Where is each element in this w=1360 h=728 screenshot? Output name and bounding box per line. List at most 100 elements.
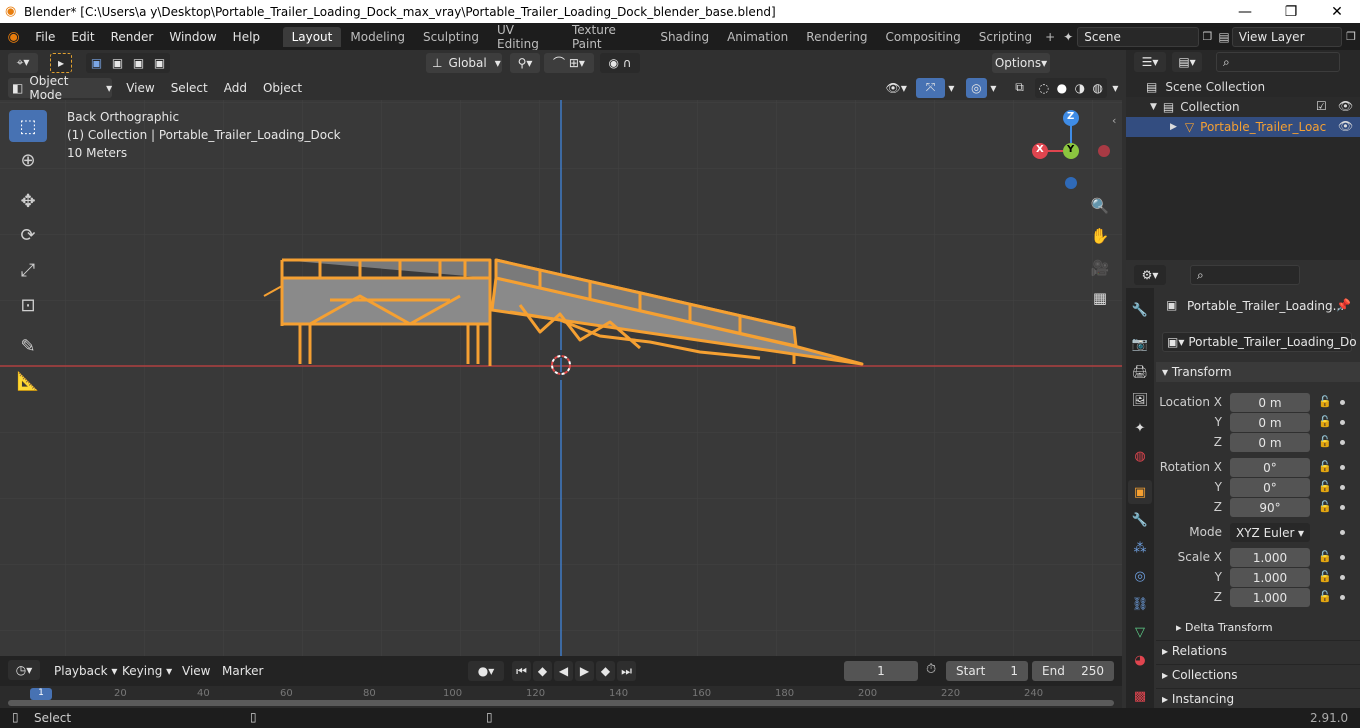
select-mode-icon[interactable]: ▸ [50, 52, 72, 73]
timeline-keying[interactable]: Keying ▾ [114, 664, 180, 678]
keyframe-dot[interactable] [1340, 595, 1345, 600]
tab-texture-paint[interactable]: Texture Paint [563, 20, 651, 54]
collections-panel-header[interactable]: ▸ Collections [1162, 668, 1237, 682]
play-reverse-icon[interactable]: ◀ [554, 661, 573, 681]
orientation-dropdown[interactable]: ⊥ Global ▾ [426, 52, 502, 73]
expand-icon[interactable]: ▼ [1150, 102, 1157, 112]
lock-icon[interactable]: 🔓 [1318, 395, 1332, 408]
solid-shading-icon[interactable]: ● [1057, 81, 1067, 95]
timeline-marker[interactable]: Marker [214, 664, 271, 678]
lock-icon[interactable]: 🔓 [1318, 480, 1332, 493]
lock-icon[interactable]: 🔓 [1318, 460, 1332, 473]
rotation-y-field[interactable]: 0° [1230, 478, 1310, 497]
eye-icon[interactable]: 👁 [1338, 99, 1353, 113]
add-workspace-icon[interactable]: + [1041, 30, 1059, 44]
stopwatch-icon[interactable]: ⏱ [926, 662, 936, 677]
zoom-icon[interactable]: 🔍 [1086, 192, 1114, 220]
camera-icon[interactable]: 🎥 [1086, 254, 1114, 282]
jump-start-icon[interactable]: ⏮ [512, 661, 531, 681]
timeline-editor-icon[interactable]: ◷▾ [8, 660, 40, 680]
location-z-field[interactable]: 0 m [1230, 433, 1310, 452]
close-button[interactable]: ✕ [1314, 0, 1360, 23]
timeline-scrollbar[interactable] [8, 700, 1114, 706]
proportional-edit[interactable]: ◉ ∩ [600, 52, 640, 73]
lock-icon[interactable]: 🔓 [1318, 415, 1332, 428]
output-tab-icon[interactable]: 🖨 [1128, 360, 1152, 384]
keyframe-dot[interactable] [1340, 465, 1345, 470]
measure-tool[interactable]: 📐 [9, 365, 47, 397]
timeline-view[interactable]: View [174, 664, 218, 678]
location-x-field[interactable]: 0 m [1230, 393, 1310, 412]
scale-z-field[interactable]: 1.000 [1230, 588, 1310, 607]
object-name[interactable]: Portable_Trailer_Loading... [1187, 299, 1344, 313]
shading-dropdown-icon[interactable]: ▾ [1109, 78, 1122, 98]
start-frame-field[interactable]: Start 1 [946, 661, 1028, 681]
copy-scene-icon[interactable]: ❐ [1199, 30, 1217, 43]
lock-icon[interactable]: 🔓 [1318, 570, 1332, 583]
annotate-tool[interactable]: ✎ [9, 330, 47, 362]
copy-view-layer-icon[interactable]: ❐ [1342, 30, 1360, 43]
menu-edit[interactable]: Edit [63, 30, 102, 44]
gizmo-y-label[interactable]: Y [1067, 144, 1074, 155]
data-tab-icon[interactable]: ▽ [1128, 620, 1152, 644]
lock-icon[interactable]: 🔓 [1318, 550, 1332, 563]
gizmo-dropdown-icon[interactable]: ▾ [945, 78, 958, 98]
next-keyframe-icon[interactable]: ◆ [596, 661, 615, 681]
current-frame-field[interactable]: 1 [844, 661, 918, 681]
rotation-z-field[interactable]: 90° [1230, 498, 1310, 517]
instancing-panel-header[interactable]: ▸ Instancing [1162, 692, 1234, 706]
view-layer-selector[interactable]: View Layer [1231, 26, 1343, 47]
record-button[interactable]: ●▾ [468, 661, 504, 681]
play-icon[interactable]: ▶ [575, 661, 594, 681]
tab-layout[interactable]: Layout [282, 26, 342, 47]
texture-tab-icon[interactable]: ▩ [1128, 684, 1152, 708]
location-y-field[interactable]: 0 m [1230, 413, 1310, 432]
outliner-search[interactable]: ⌕ [1216, 52, 1340, 72]
keyframe-dot[interactable] [1340, 575, 1345, 580]
menu-file[interactable]: File [27, 30, 63, 44]
tab-animation[interactable]: Animation [718, 27, 797, 47]
overlay-dropdown-icon[interactable]: ▾ [987, 78, 1000, 98]
lock-icon[interactable]: 🔓 [1318, 500, 1332, 513]
shading-modes[interactable]: ◌ ● ◑ ◍ [1034, 77, 1107, 98]
blender-menu-icon[interactable]: ◉ [0, 29, 27, 45]
keyframe-dot[interactable] [1340, 440, 1345, 445]
tool-tab-icon[interactable]: 🔧 [1128, 298, 1152, 322]
properties-editor-icon[interactable]: ⚙▾ [1134, 265, 1166, 285]
menu-object[interactable]: Object [255, 81, 310, 95]
move-tool[interactable]: ✥ [9, 185, 47, 217]
options-dropdown[interactable]: Options ▾ [992, 52, 1050, 73]
xray-toggle-icon[interactable]: ⧉ [1010, 78, 1029, 98]
wireframe-shading-icon[interactable]: ◌ [1039, 81, 1049, 95]
sidebar-toggle-icon[interactable]: ‹ [1112, 114, 1116, 127]
tab-rendering[interactable]: Rendering [797, 27, 876, 47]
cursor-tool[interactable]: ⊕ [9, 144, 47, 176]
scale-y-field[interactable]: 1.000 [1230, 568, 1310, 587]
menu-select[interactable]: Select [163, 81, 216, 95]
prev-keyframe-icon[interactable]: ◆ [533, 661, 552, 681]
editor-type-icon[interactable]: ⌖▾ [8, 52, 38, 73]
tab-modeling[interactable]: Modeling [341, 27, 414, 47]
select-box-modes[interactable]: ▣ ▣ ▣ ▣ [86, 52, 170, 73]
material-tab-icon[interactable]: ◕ [1128, 648, 1152, 672]
rendered-shading-icon[interactable]: ◍ [1093, 81, 1103, 95]
gizmo-toggle-icon[interactable]: ⤧ [916, 77, 945, 98]
timeline-ruler[interactable]: 1 20 40 60 80 100 120 140 160 180 200 22… [0, 686, 1122, 708]
rotate-tool[interactable]: ⟳ [9, 219, 47, 251]
object-data-selector[interactable]: ▣▾ Portable_Trailer_Loading_Do [1162, 332, 1357, 352]
tab-sculpting[interactable]: Sculpting [414, 27, 488, 47]
tab-scripting[interactable]: Scripting [970, 27, 1041, 47]
render-tab-icon[interactable]: 📷 [1128, 332, 1152, 356]
grid-view-icon[interactable]: ▦ [1086, 284, 1114, 312]
expand-icon[interactable]: ▶ [1170, 122, 1177, 132]
checkbox-icon[interactable]: ☑ [1316, 99, 1327, 113]
outliner-collection[interactable]: ▼ ▤ Collection ☑ 👁 [1126, 97, 1360, 117]
keyframe-dot[interactable] [1340, 555, 1345, 560]
scale-tool[interactable]: ⤢ [9, 254, 47, 286]
outliner-editor-icon[interactable]: ☰▾ [1134, 52, 1166, 72]
tab-compositing[interactable]: Compositing [877, 27, 970, 47]
gizmo-x-label[interactable]: X [1036, 144, 1044, 155]
pin-icon[interactable]: 📌 [1336, 298, 1351, 312]
keyframe-dot[interactable] [1340, 400, 1345, 405]
mode-dropdown[interactable]: ◧ Object Mode ▾ [8, 74, 113, 102]
